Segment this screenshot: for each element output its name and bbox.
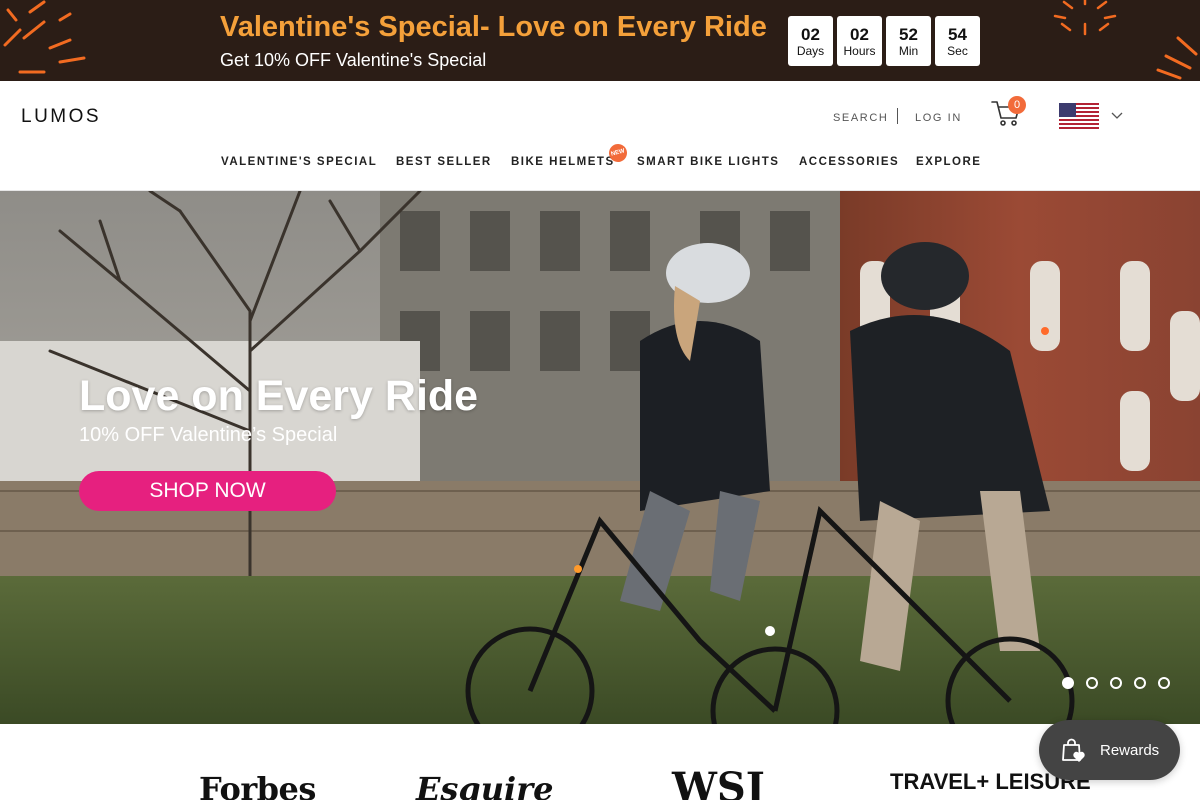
nav-item-explore[interactable]: EXPLORE xyxy=(916,156,981,168)
hero-subtitle: 10% OFF Valentine’s Special xyxy=(79,424,338,446)
countdown-minutes-value: 52 xyxy=(899,24,918,44)
carousel-dot-3[interactable] xyxy=(1110,677,1122,689)
us-flag-icon[interactable] xyxy=(1059,103,1099,129)
carousel-dots xyxy=(1062,677,1170,689)
utility-divider xyxy=(897,108,898,124)
chevron-down-icon[interactable] xyxy=(1111,112,1123,120)
countdown-hours: 02 Hours xyxy=(837,16,882,66)
countdown-minutes: 52 Min xyxy=(886,16,931,66)
shopping-bag-heart-icon xyxy=(1062,738,1085,762)
shop-now-button[interactable]: SHOP NOW xyxy=(79,471,336,511)
press-logo-wsj: WSJ xyxy=(672,764,765,800)
hero-banner: Love on Every Ride 10% OFF Valentine’s S… xyxy=(0,191,1200,724)
login-link[interactable]: LOG IN xyxy=(915,112,962,124)
cart-count-badge: 0 xyxy=(1008,96,1026,114)
nav-item-best-seller[interactable]: BEST SELLER xyxy=(396,156,492,168)
promo-banner[interactable]: Valentine's Special- Love on Every Ride … xyxy=(0,0,1200,81)
countdown-seconds-label: Sec xyxy=(947,43,968,58)
firework-left-icon xyxy=(3,0,86,74)
countdown-minutes-label: Min xyxy=(898,43,919,58)
countdown-seconds: 54 Sec xyxy=(935,16,980,66)
press-logo-forbes: Forbes xyxy=(199,770,316,800)
nav-item-accessories[interactable]: ACCESSORIES xyxy=(799,156,899,168)
countdown-days-label: Days xyxy=(796,43,825,58)
carousel-dot-2[interactable] xyxy=(1086,677,1098,689)
carousel-dot-1[interactable] xyxy=(1062,677,1074,689)
countdown-days-value: 02 xyxy=(801,24,820,44)
firework-corner-icon xyxy=(1156,36,1198,80)
countdown-days: 02 Days xyxy=(788,16,833,66)
press-logo-esquire: Esquire xyxy=(416,770,554,800)
rewards-button[interactable]: Rewards xyxy=(1039,720,1180,780)
firework-right-icon xyxy=(1053,0,1117,36)
promo-subtitle: Get 10% OFF Valentine's Special xyxy=(220,50,487,70)
nav-item-valentines-special[interactable]: VALENTINE'S SPECIAL xyxy=(221,156,377,168)
countdown-hours-label: Hours xyxy=(843,43,876,58)
carousel-dot-5[interactable] xyxy=(1158,677,1170,689)
hero-title: Love on Every Ride xyxy=(79,372,479,420)
hero-photo xyxy=(0,191,1200,724)
promo-title: Valentine's Special- Love on Every Ride xyxy=(220,11,767,43)
main-nav: VALENTINE'S SPECIAL BEST SELLER BIKE HEL… xyxy=(0,156,1200,170)
nav-item-bike-helmets[interactable]: BIKE HELMETS xyxy=(511,156,615,168)
carousel-dot-4[interactable] xyxy=(1134,677,1146,689)
countdown-timer: 02 Days 02 Hours 52 Min 54 Sec xyxy=(788,16,980,66)
nav-item-smart-bike-lights[interactable]: SMART BIKE LIGHTS xyxy=(637,156,779,168)
logo[interactable]: LUMOS xyxy=(21,106,101,128)
countdown-seconds-value: 54 xyxy=(948,24,967,44)
rewards-label: Rewards xyxy=(1100,741,1160,759)
countdown-hours-value: 02 xyxy=(850,24,869,44)
search-link[interactable]: SEARCH xyxy=(833,112,888,124)
